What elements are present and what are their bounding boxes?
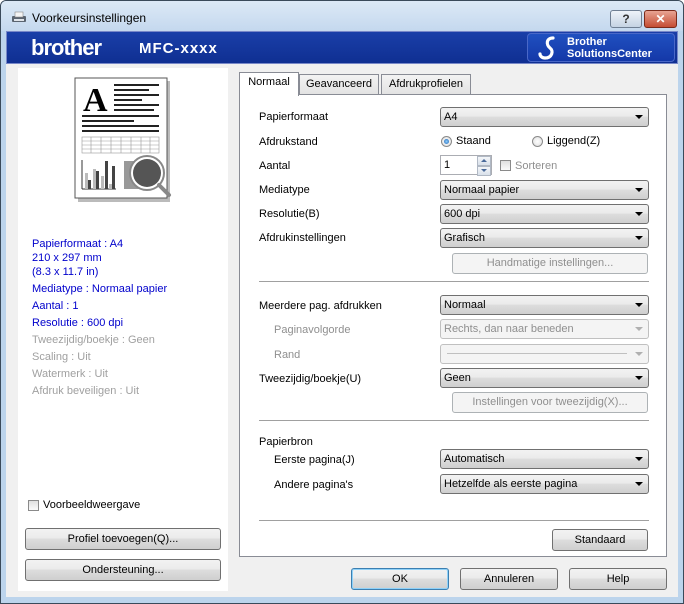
chevron-down-icon xyxy=(635,327,643,331)
normal-tab-panel: Papierformaat A4 Afdrukstand Staand Ligg… xyxy=(239,94,667,557)
chevron-down-icon xyxy=(635,376,643,380)
print-settings-value: Grafisch xyxy=(444,232,485,244)
solutions-center-label-1: Brother xyxy=(567,36,607,48)
copies-label: Aantal xyxy=(259,160,291,172)
printing-preferences-window: Voorkeursinstellingen ? ✕ brother MFC-xx… xyxy=(0,0,684,604)
copies-stepper[interactable] xyxy=(477,156,491,176)
chevron-down-icon xyxy=(635,482,643,486)
resolution-label: Resolutie(B) xyxy=(259,208,320,220)
solutions-center-button[interactable]: Brother SolutionsCenter xyxy=(527,33,675,62)
multi-page-label: Meerdere pag. afdrukken xyxy=(259,300,382,312)
preview-checkbox[interactable] xyxy=(28,499,39,511)
title-bar: Voorkeursinstellingen ? ✕ xyxy=(1,1,683,31)
stepper-up-icon[interactable] xyxy=(477,156,491,166)
summary-paper-size: Papierformaat : A4 xyxy=(32,238,124,250)
help-title-button[interactable]: ? xyxy=(610,10,642,28)
summary-watermark: Watermerk : Uit xyxy=(32,368,108,380)
add-profile-button[interactable]: Profiel toevoegen(Q)... xyxy=(25,528,221,550)
dialog-body: A Papierformaat: A4 210 x 297 mm (8.3 x… xyxy=(6,64,678,597)
first-page-value: Automatisch xyxy=(444,453,505,465)
duplex-settings-button[interactable]: Instellingen voor tweezijdig(X)... xyxy=(452,392,648,413)
duplex-select[interactable]: Geen xyxy=(440,368,649,388)
chevron-down-icon xyxy=(635,212,643,216)
summary-resolution: Resolutie : 600 dpi xyxy=(32,317,124,329)
first-page-label: Eerste pagina(J) xyxy=(274,454,355,466)
document-preview-image: A xyxy=(74,77,171,202)
settings-summary: Papierformaat : A4 210 x 297 mm (8.3 x 1… xyxy=(32,237,167,401)
page-order-value: Rechts, dan naar beneden xyxy=(444,323,574,335)
print-settings-select[interactable]: Grafisch xyxy=(440,228,649,248)
summary-copies: Aantal : 1 xyxy=(32,300,79,312)
duplex-label: Tweezijdig/boekje(U) xyxy=(259,373,362,385)
print-settings-label: Afdrukinstellingen xyxy=(259,232,346,244)
separator xyxy=(259,420,649,421)
ok-button[interactable]: OK xyxy=(351,568,449,590)
duplex-value: Geen xyxy=(444,372,471,384)
border-select[interactable] xyxy=(440,344,649,364)
orientation-label: Afdrukstand xyxy=(259,136,318,148)
other-pages-select[interactable]: Hetzelfde als eerste pagina xyxy=(440,474,649,494)
page-order-select[interactable]: Rechts, dan naar beneden xyxy=(440,319,649,339)
multi-page-select[interactable]: Normaal xyxy=(440,295,649,315)
paper-size-label: Papierformaat xyxy=(259,111,329,123)
separator xyxy=(259,281,649,282)
default-button[interactable]: Standaard xyxy=(552,529,648,551)
media-type-label: Mediatype xyxy=(259,184,310,196)
portrait-radio[interactable] xyxy=(441,136,452,147)
manual-settings-button[interactable]: Handmatige instellingen... xyxy=(452,253,648,274)
support-button[interactable]: Ondersteuning... xyxy=(25,559,221,581)
chevron-down-icon xyxy=(635,352,643,356)
summary-duplex: Tweezijdig/boekje : Geen xyxy=(32,334,155,346)
summary-paper-in: (8.3 x 11.7 in) xyxy=(32,266,99,278)
brother-logo: brother xyxy=(31,35,102,60)
summary-scaling: Scaling : Uit xyxy=(32,351,91,363)
paper-size-value: A4 xyxy=(444,111,458,123)
landscape-radio[interactable] xyxy=(532,136,543,147)
media-type-select[interactable]: Normaal papier xyxy=(440,180,649,200)
summary-secure-print: Afdruk beveiligen : Uit xyxy=(32,385,139,397)
first-page-select[interactable]: Automatisch xyxy=(440,449,649,469)
page-order-label: Paginavolgorde xyxy=(274,324,351,336)
border-line-preview xyxy=(447,353,627,354)
resolution-select[interactable]: 600 dpi xyxy=(440,204,649,224)
collate-checkbox[interactable] xyxy=(500,160,511,171)
cancel-button[interactable]: Annuleren xyxy=(460,568,558,590)
help-button[interactable]: Help xyxy=(569,568,667,590)
multi-page-value: Normaal xyxy=(444,299,486,311)
brother-banner: brother MFC-xxxx Brother SolutionsCenter xyxy=(6,31,678,64)
chevron-down-icon xyxy=(635,457,643,461)
summary-media-type: Mediatype : Normaal papier xyxy=(32,283,168,295)
chevron-down-icon xyxy=(635,303,643,307)
printer-icon xyxy=(12,11,26,22)
collate-label: Sorteren xyxy=(515,160,558,172)
other-pages-value: Hetzelfde als eerste pagina xyxy=(444,478,578,490)
resolution-value: 600 dpi xyxy=(444,208,481,220)
other-pages-label: Andere pagina's xyxy=(274,479,354,491)
chevron-down-icon xyxy=(635,188,643,192)
svg-text:A: A xyxy=(83,82,108,119)
tab-advanced[interactable]: Geavanceerd xyxy=(299,74,379,94)
close-button[interactable]: ✕ xyxy=(644,10,677,28)
solutions-center-logo-icon xyxy=(538,36,555,60)
window-title: Voorkeursinstellingen xyxy=(32,11,147,25)
settings-summary-panel: A Papierformaat: A4 210 x 297 mm (8.3 x… xyxy=(18,68,228,591)
preview-checkbox-label: Voorbeeldweergave xyxy=(43,499,141,511)
preview-checkbox-row[interactable]: Voorbeeldweergave xyxy=(28,499,140,511)
border-label: Rand xyxy=(274,349,301,361)
portrait-label: Staand xyxy=(456,135,491,147)
stepper-down-icon[interactable] xyxy=(477,166,491,176)
paper-source-heading: Papierbron xyxy=(259,436,313,448)
separator xyxy=(259,520,649,521)
tab-normal[interactable]: Normaal xyxy=(239,72,299,96)
summary-paper-mm: 210 x 297 mm xyxy=(32,252,102,264)
chevron-down-icon xyxy=(635,115,643,119)
solutions-center-label-2: SolutionsCenter xyxy=(567,48,652,60)
model-name: MFC-xxxx xyxy=(139,40,218,57)
media-type-value: Normaal papier xyxy=(444,184,520,196)
landscape-label: Liggend(Z) xyxy=(547,135,601,147)
chevron-down-icon xyxy=(635,236,643,240)
paper-size-select[interactable]: A4 xyxy=(440,107,649,127)
tab-print-profiles[interactable]: Afdrukprofielen xyxy=(381,74,471,94)
